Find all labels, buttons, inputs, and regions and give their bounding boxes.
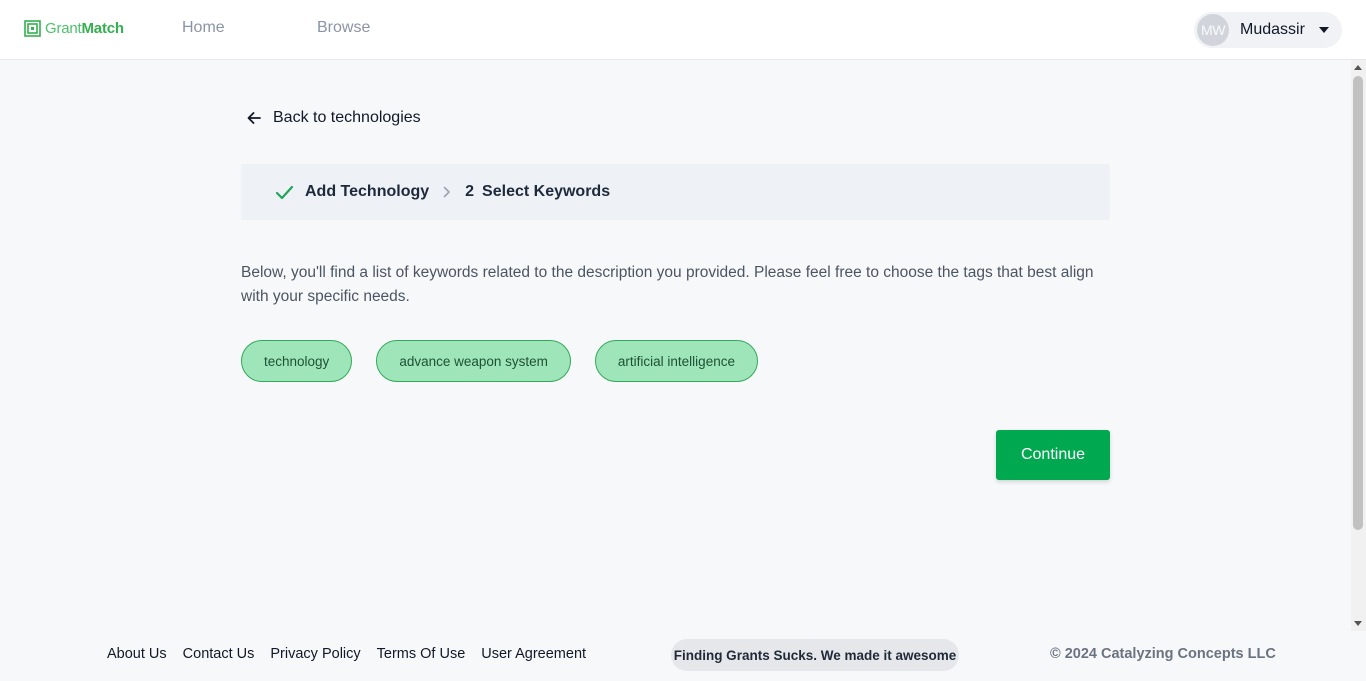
scroll-up-arrow-icon[interactable] bbox=[1354, 65, 1362, 70]
continue-button[interactable]: Continue bbox=[996, 430, 1110, 480]
footer-links: About Us Contact Us Privacy Policy Terms… bbox=[107, 646, 586, 662]
keywords-description: Below, you'll find a list of keywords re… bbox=[241, 264, 1094, 305]
logo-text-grant: Grant bbox=[45, 19, 82, 37]
footer-copyright: © 2024 Catalyzing Concepts LLC bbox=[1050, 646, 1276, 662]
keyword-tag[interactable]: artificial intelligence bbox=[594, 340, 758, 382]
back-link-label: Back to technologies bbox=[273, 109, 421, 126]
footer-link-privacy-policy[interactable]: Privacy Policy bbox=[270, 646, 360, 662]
user-menu-button[interactable]: MW Mudassir bbox=[1194, 12, 1342, 48]
nav-browse-link[interactable]: Browse bbox=[317, 19, 370, 37]
scrollbar-thumb[interactable] bbox=[1353, 76, 1363, 530]
keyword-tag-list: technology advance weapon system artific… bbox=[241, 340, 758, 382]
vertical-scrollbar[interactable] bbox=[1351, 60, 1366, 631]
logo-icon bbox=[24, 19, 41, 37]
step-label: Select Keywords bbox=[482, 183, 611, 200]
caret-down-icon bbox=[1319, 27, 1329, 33]
user-name: Mudassir bbox=[1240, 21, 1305, 38]
footer-link-terms-of-use[interactable]: Terms Of Use bbox=[377, 646, 466, 662]
step-select-keywords: 2 Select Keywords bbox=[465, 183, 610, 201]
progress-stepper: Add Technology 2 Select Keywords bbox=[241, 164, 1110, 220]
logo-text: GrantMatch bbox=[45, 20, 124, 37]
arrow-left-icon bbox=[247, 112, 261, 124]
footer-link-contact-us[interactable]: Contact Us bbox=[183, 646, 255, 662]
keyword-tag[interactable]: technology bbox=[241, 340, 353, 382]
logo-text-match: Match bbox=[81, 19, 125, 37]
nav-home-link[interactable]: Home bbox=[182, 19, 225, 37]
chevron-right-icon bbox=[443, 186, 450, 198]
step-label: Add Technology bbox=[305, 183, 430, 200]
step-add-technology[interactable]: Add Technology bbox=[275, 183, 429, 201]
logo[interactable]: GrantMatch bbox=[24, 17, 124, 39]
footer-link-about-us[interactable]: About Us bbox=[107, 646, 167, 662]
top-navbar: GrantMatch Home Browse MW Mudassir bbox=[0, 0, 1366, 60]
back-to-technologies-link[interactable]: Back to technologies bbox=[246, 109, 421, 127]
keyword-tag[interactable]: advance weapon system bbox=[376, 340, 571, 382]
scroll-down-arrow-icon[interactable] bbox=[1354, 621, 1362, 626]
check-icon bbox=[275, 185, 294, 199]
avatar: MW bbox=[1197, 14, 1229, 46]
step-number: 2 bbox=[465, 183, 475, 200]
footer-link-user-agreement[interactable]: User Agreement bbox=[481, 646, 586, 662]
footer-tagline: Finding Grants Sucks. We made it awesome bbox=[671, 639, 959, 671]
